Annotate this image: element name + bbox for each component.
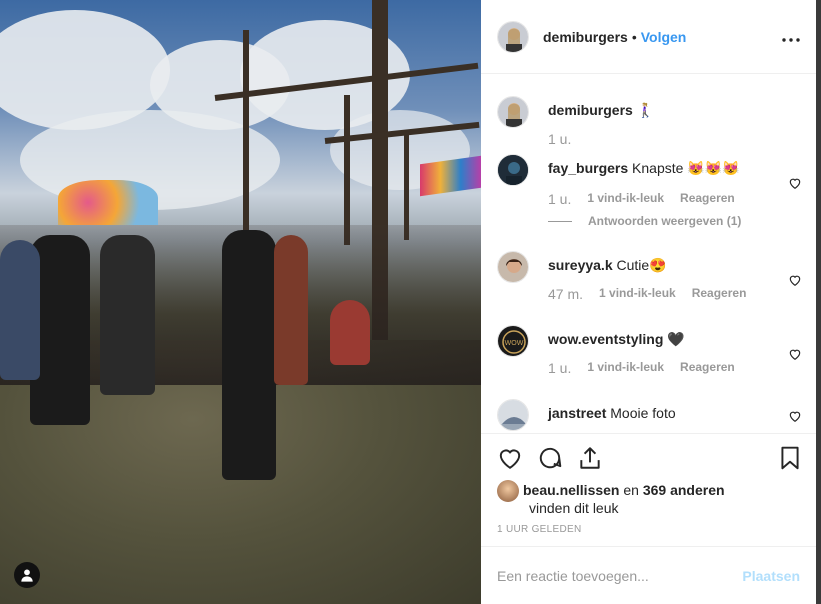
person <box>330 300 370 365</box>
heart-icon[interactable] <box>788 176 802 190</box>
post-comment-button[interactable]: Plaatsen <box>742 568 800 584</box>
comment-author[interactable]: sureyya.k <box>548 257 613 273</box>
add-comment-bar: Plaatsen <box>481 546 816 604</box>
post-timestamp[interactable]: 1 UUR GELEDEN <box>497 524 581 535</box>
comment-item: fay_burgers Knapste 😻😻😻 1 u. 1 vind-ik-l… <box>497 154 802 234</box>
comment-body: 🖤 <box>667 331 685 347</box>
liker-avatar[interactable] <box>497 480 519 502</box>
share-icon[interactable] <box>577 445 603 471</box>
comment-time[interactable]: 47 m. <box>548 286 583 302</box>
wooden-pole <box>344 95 350 245</box>
svg-text:WOW: WOW <box>505 340 524 347</box>
instagram-post-modal: demiburgers • Volgen demiburgers 🚶🏼‍♀️ 1… <box>0 0 821 604</box>
comment-time[interactable]: 1 u. <box>548 360 571 376</box>
caption: demiburgers 🚶🏼‍♀️ 1 u. <box>497 96 802 156</box>
person <box>222 230 276 480</box>
divider <box>548 220 572 222</box>
caption-author[interactable]: demiburgers <box>548 102 633 118</box>
caption-time[interactable]: 1 u. <box>548 131 571 147</box>
user-icon <box>21 569 33 582</box>
liker-username[interactable]: beau.nellissen <box>523 482 619 498</box>
tagged-user-button[interactable] <box>14 562 40 588</box>
person <box>0 240 40 380</box>
reply-button[interactable]: Reageren <box>680 360 735 376</box>
comment-likes[interactable]: 1 vind-ik-leuk <box>587 360 664 376</box>
likes-connector: en <box>623 482 639 498</box>
comment-text: sureyya.k Cutie😍 <box>548 257 667 274</box>
comment-body: Mooie foto <box>610 405 676 421</box>
comment-likes[interactable]: 1 vind-ik-leuk <box>599 286 676 302</box>
comment-likes[interactable]: 1 vind-ik-leuk <box>587 191 664 207</box>
background-strip <box>816 0 821 604</box>
commenter-avatar[interactable] <box>497 399 529 431</box>
comment-text: wow.eventstyling 🖤 <box>548 331 685 348</box>
comments-list[interactable]: demiburgers 🚶🏼‍♀️ 1 u. fay_burgers Knaps… <box>481 74 816 433</box>
person <box>274 235 308 385</box>
comment-item: sureyya.k Cutie😍 47 m. 1 vind-ik-leuk Re… <box>497 251 802 311</box>
post-photo[interactable] <box>0 0 481 604</box>
person <box>100 235 155 395</box>
actions-divider <box>481 433 816 434</box>
comment-author[interactable]: fay_burgers <box>548 160 628 176</box>
caption-body: 🚶🏼‍♀️ <box>636 102 655 118</box>
comment-author[interactable]: janstreet <box>548 405 606 421</box>
comment-text: fay_burgers Knapste 😻😻😻 <box>548 160 740 177</box>
more-options-icon[interactable] <box>782 26 800 47</box>
view-replies-label: Antwoorden weergeven (1) <box>588 214 742 228</box>
wooden-pole <box>404 130 409 240</box>
comment-body: Cutie😍 <box>616 257 667 273</box>
heart-icon[interactable] <box>788 273 802 287</box>
caption-avatar[interactable] <box>497 96 529 128</box>
festival-stage <box>58 180 158 225</box>
post-side-panel: demiburgers • Volgen demiburgers 🚶🏼‍♀️ 1… <box>481 0 816 604</box>
comment-meta: 1 u. 1 vind-ik-leuk Reageren <box>548 191 735 207</box>
comment-item: janstreet Mooie foto <box>497 399 802 433</box>
heart-icon[interactable] <box>497 445 523 471</box>
comment-meta: 47 m. 1 vind-ik-leuk Reageren <box>548 286 746 302</box>
caption-meta: 1 u. <box>548 131 571 147</box>
bookmark-icon[interactable] <box>777 445 803 471</box>
heart-icon[interactable] <box>788 347 802 361</box>
comment-text: janstreet Mooie foto <box>548 405 676 421</box>
reply-button[interactable]: Reageren <box>692 286 747 302</box>
view-replies-button[interactable]: Antwoorden weergeven (1) <box>548 214 741 228</box>
comment-meta: 1 u. 1 vind-ik-leuk Reageren <box>548 360 735 376</box>
commenter-avatar[interactable] <box>497 154 529 186</box>
comment-body: Knapste 😻😻😻 <box>632 160 740 176</box>
caption-text: demiburgers 🚶🏼‍♀️ <box>548 102 654 119</box>
comment-icon[interactable] <box>537 445 563 471</box>
comment-item: WOW wow.eventstyling 🖤 1 u. 1 vind-ik-le… <box>497 325 802 385</box>
commenter-avatar[interactable]: WOW <box>497 325 529 357</box>
post-header: demiburgers • Volgen <box>481 0 816 74</box>
reply-button[interactable]: Reageren <box>680 191 735 207</box>
author-username[interactable]: demiburgers <box>543 29 628 45</box>
separator: • <box>631 28 637 45</box>
follow-button[interactable]: Volgen <box>641 29 687 45</box>
comment-author[interactable]: wow.eventstyling <box>548 331 663 347</box>
wooden-pole <box>243 30 249 240</box>
likes-suffix: vinden dit leuk <box>529 500 619 516</box>
likes-others-link[interactable]: 369 anderen <box>643 482 725 498</box>
commenter-avatar[interactable] <box>497 251 529 283</box>
comment-input[interactable] <box>497 567 743 584</box>
comment-time[interactable]: 1 u. <box>548 191 571 207</box>
likes-line: beau.nellissen en 369 anderen <box>523 482 725 498</box>
author-avatar[interactable] <box>497 20 529 53</box>
heart-icon[interactable] <box>788 409 802 423</box>
